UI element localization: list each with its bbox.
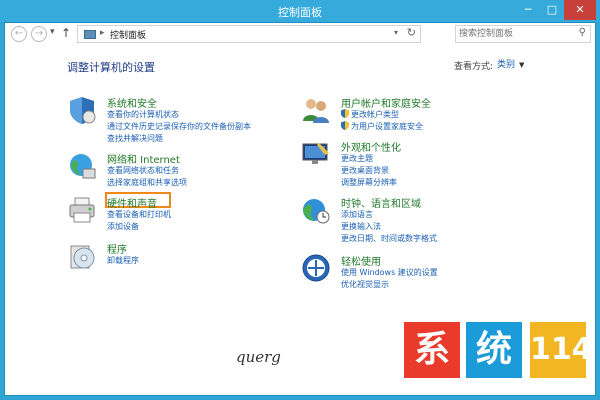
- uac-shield-icon: [341, 109, 349, 118]
- uac-shield-icon: [341, 121, 349, 130]
- signature-watermark: querg: [236, 348, 281, 366]
- category-title[interactable]: 时钟、语言和区域: [341, 195, 421, 210]
- link-uninstall-program[interactable]: 卸载程序: [107, 255, 139, 267]
- category-title[interactable]: 硬件和声音: [107, 195, 157, 210]
- category-links: 查看网络状态和任务 选择家庭组和共享选项: [107, 165, 187, 189]
- page-heading: 调整计算机的设置: [67, 61, 155, 74]
- recent-locations-dropdown[interactable]: ▾: [50, 27, 55, 37]
- chevron-down-icon[interactable]: ▼: [519, 61, 524, 69]
- category-links: 查看你的计算机状态 通过文件历史记录保存你的文件备份副本 查找并解决问题: [107, 109, 251, 145]
- logo-block: 系: [404, 322, 460, 378]
- navigation-bar: ← → ▾ ↑ ▸ 控制面板 ▾ ↻ ⚲: [5, 23, 595, 45]
- view-by-dropdown[interactable]: 类别 ▼: [497, 57, 524, 70]
- refresh-icon[interactable]: ↻: [407, 26, 416, 39]
- search-input[interactable]: [459, 27, 569, 41]
- close-button[interactable]: ✕: [564, 0, 596, 20]
- title-bar: 控制面板 ─ □ ✕: [0, 0, 600, 22]
- link-text[interactable]: 更改帐户类型: [351, 110, 399, 119]
- programs-disc-icon[interactable]: [67, 241, 97, 271]
- clock-globe-icon[interactable]: [301, 195, 331, 225]
- search-box[interactable]: ⚲: [455, 25, 591, 43]
- link-view-computer-status[interactable]: 查看你的计算机状态: [107, 109, 251, 121]
- breadcrumb-control-panel[interactable]: 控制面板: [110, 28, 146, 41]
- control-panel-icon: [84, 30, 96, 39]
- maximize-button[interactable]: □: [540, 0, 564, 20]
- category-title[interactable]: 外观和个性化: [341, 139, 401, 154]
- link-desktop-background[interactable]: 更改桌面背景: [341, 165, 397, 177]
- category-links: 更改帐户类型 为用户设置家庭安全: [341, 109, 423, 133]
- view-by-value[interactable]: 类别: [497, 60, 515, 70]
- link-network-status[interactable]: 查看网络状态和任务: [107, 165, 187, 177]
- category-title[interactable]: 用户帐户和家庭安全: [341, 95, 431, 110]
- back-button[interactable]: ←: [11, 26, 27, 42]
- link-change-input-method[interactable]: 更换输入法: [341, 221, 437, 233]
- category-links: 卸载程序: [107, 255, 139, 267]
- address-dropdown-icon[interactable]: ▾: [394, 28, 398, 37]
- category-title[interactable]: 轻松使用: [341, 253, 381, 268]
- link-homegroup-sharing[interactable]: 选择家庭组和共享选项: [107, 177, 187, 189]
- category-title[interactable]: 系统和安全: [107, 95, 157, 110]
- link-change-theme[interactable]: 更改主题: [341, 153, 397, 165]
- shield-icon[interactable]: [67, 95, 97, 125]
- logo-block: 114: [530, 322, 593, 378]
- category-links: 查看设备和打印机 添加设备: [107, 209, 171, 233]
- network-globe-icon[interactable]: [67, 151, 97, 181]
- category-links: 更改主题 更改桌面背景 调整屏幕分辨率: [341, 153, 397, 189]
- view-by-label: 查看方式:: [454, 62, 494, 72]
- link-devices-printers[interactable]: 查看设备和打印机: [107, 209, 171, 221]
- link-text[interactable]: 为用户设置家庭安全: [351, 122, 423, 131]
- link-family-safety[interactable]: 为用户设置家庭安全: [341, 121, 423, 133]
- category-links: 添加语言 更换输入法 更改日期、时间或数字格式: [341, 209, 437, 245]
- category-links: 使用 Windows 建议的设置 优化视觉显示: [341, 267, 438, 291]
- link-troubleshoot[interactable]: 查找并解决问题: [107, 133, 251, 145]
- search-icon[interactable]: ⚲: [579, 27, 586, 38]
- appearance-monitor-icon[interactable]: [301, 139, 331, 169]
- link-file-history[interactable]: 通过文件历史记录保存你的文件备份副本: [107, 121, 251, 133]
- window-title: 控制面板: [278, 6, 322, 19]
- link-date-time-format[interactable]: 更改日期、时间或数字格式: [341, 233, 437, 245]
- link-add-device[interactable]: 添加设备: [107, 221, 171, 233]
- forward-button[interactable]: →: [31, 26, 47, 42]
- printer-icon[interactable]: [67, 195, 97, 225]
- link-recommended-settings[interactable]: 使用 Windows 建议的设置: [341, 267, 438, 279]
- users-icon[interactable]: [301, 95, 331, 125]
- link-add-language[interactable]: 添加语言: [341, 209, 437, 221]
- breadcrumb-separator-icon[interactable]: ▸: [100, 28, 105, 38]
- up-button[interactable]: ↑: [61, 26, 71, 40]
- category-title[interactable]: 程序: [107, 241, 127, 256]
- link-change-account-type[interactable]: 更改帐户类型: [341, 109, 423, 121]
- link-screen-resolution[interactable]: 调整屏幕分辨率: [341, 177, 397, 189]
- link-optimize-visual-display[interactable]: 优化视觉显示: [341, 279, 438, 291]
- ease-of-access-icon[interactable]: [301, 253, 331, 283]
- address-bar[interactable]: ▸ 控制面板 ▾ ↻: [77, 25, 421, 43]
- category-title[interactable]: 网络和 Internet: [107, 151, 180, 166]
- logo-block: 统: [466, 322, 522, 378]
- minimize-button[interactable]: ─: [516, 0, 540, 20]
